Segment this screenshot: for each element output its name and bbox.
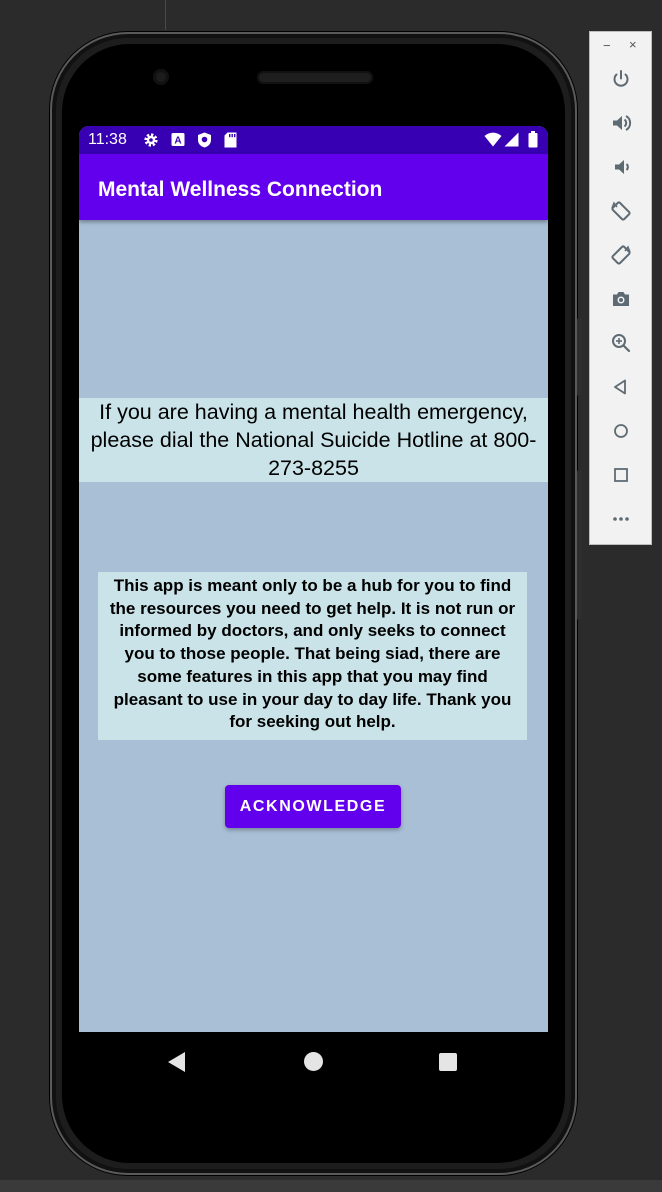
shield-icon: [197, 132, 212, 153]
home-icon[interactable]: [304, 1052, 323, 1071]
recent-apps-icon[interactable]: [439, 1053, 457, 1071]
status-time: 11:38: [88, 131, 127, 148]
volume-down-icon[interactable]: [604, 150, 638, 184]
battery-icon: [528, 131, 538, 153]
back-icon[interactable]: [168, 1052, 185, 1072]
sd-card-icon: [224, 132, 237, 153]
text-a-icon: A: [171, 132, 185, 152]
more-icon[interactable]: [604, 502, 638, 536]
signal-icon: [504, 132, 519, 152]
emulator-bottom-strip: [0, 1180, 662, 1192]
app-bar: Mental Wellness Connection: [79, 154, 548, 220]
home-icon[interactable]: [604, 414, 638, 448]
overview-icon[interactable]: [604, 458, 638, 492]
emulator-toolbar: − ×: [589, 31, 652, 545]
svg-text:A: A: [174, 136, 181, 147]
close-button[interactable]: ×: [629, 37, 637, 52]
rotate-left-icon[interactable]: [604, 194, 638, 228]
phone-power-key[interactable]: [577, 318, 582, 396]
volume-up-icon[interactable]: [604, 106, 638, 140]
app-title: Mental Wellness Connection: [98, 178, 383, 201]
disclaimer-message: This app is meant only to be a hub for y…: [98, 572, 527, 740]
rotate-right-icon[interactable]: [604, 238, 638, 272]
power-icon[interactable]: [604, 62, 638, 96]
camera-icon[interactable]: [604, 282, 638, 316]
app-screen: 11:38 A Mental Wellness Connection If yo…: [79, 126, 548, 1032]
wifi-icon: [484, 132, 502, 152]
emulator-window-controls: − ×: [590, 37, 653, 54]
back-icon[interactable]: [604, 370, 638, 404]
zoom-icon[interactable]: [604, 326, 638, 360]
earpiece-speaker: [257, 71, 373, 84]
minimize-button[interactable]: −: [603, 38, 611, 53]
navigation-bar: [79, 1032, 548, 1092]
window-divider: [165, 0, 166, 30]
emergency-message: If you are having a mental health emerge…: [79, 398, 548, 482]
gear-icon: [143, 132, 159, 153]
status-bar: 11:38 A: [79, 126, 548, 154]
acknowledge-button[interactable]: ACKNOWLEDGE: [225, 785, 401, 828]
phone-volume-key[interactable]: [577, 470, 582, 620]
front-camera: [153, 69, 169, 85]
